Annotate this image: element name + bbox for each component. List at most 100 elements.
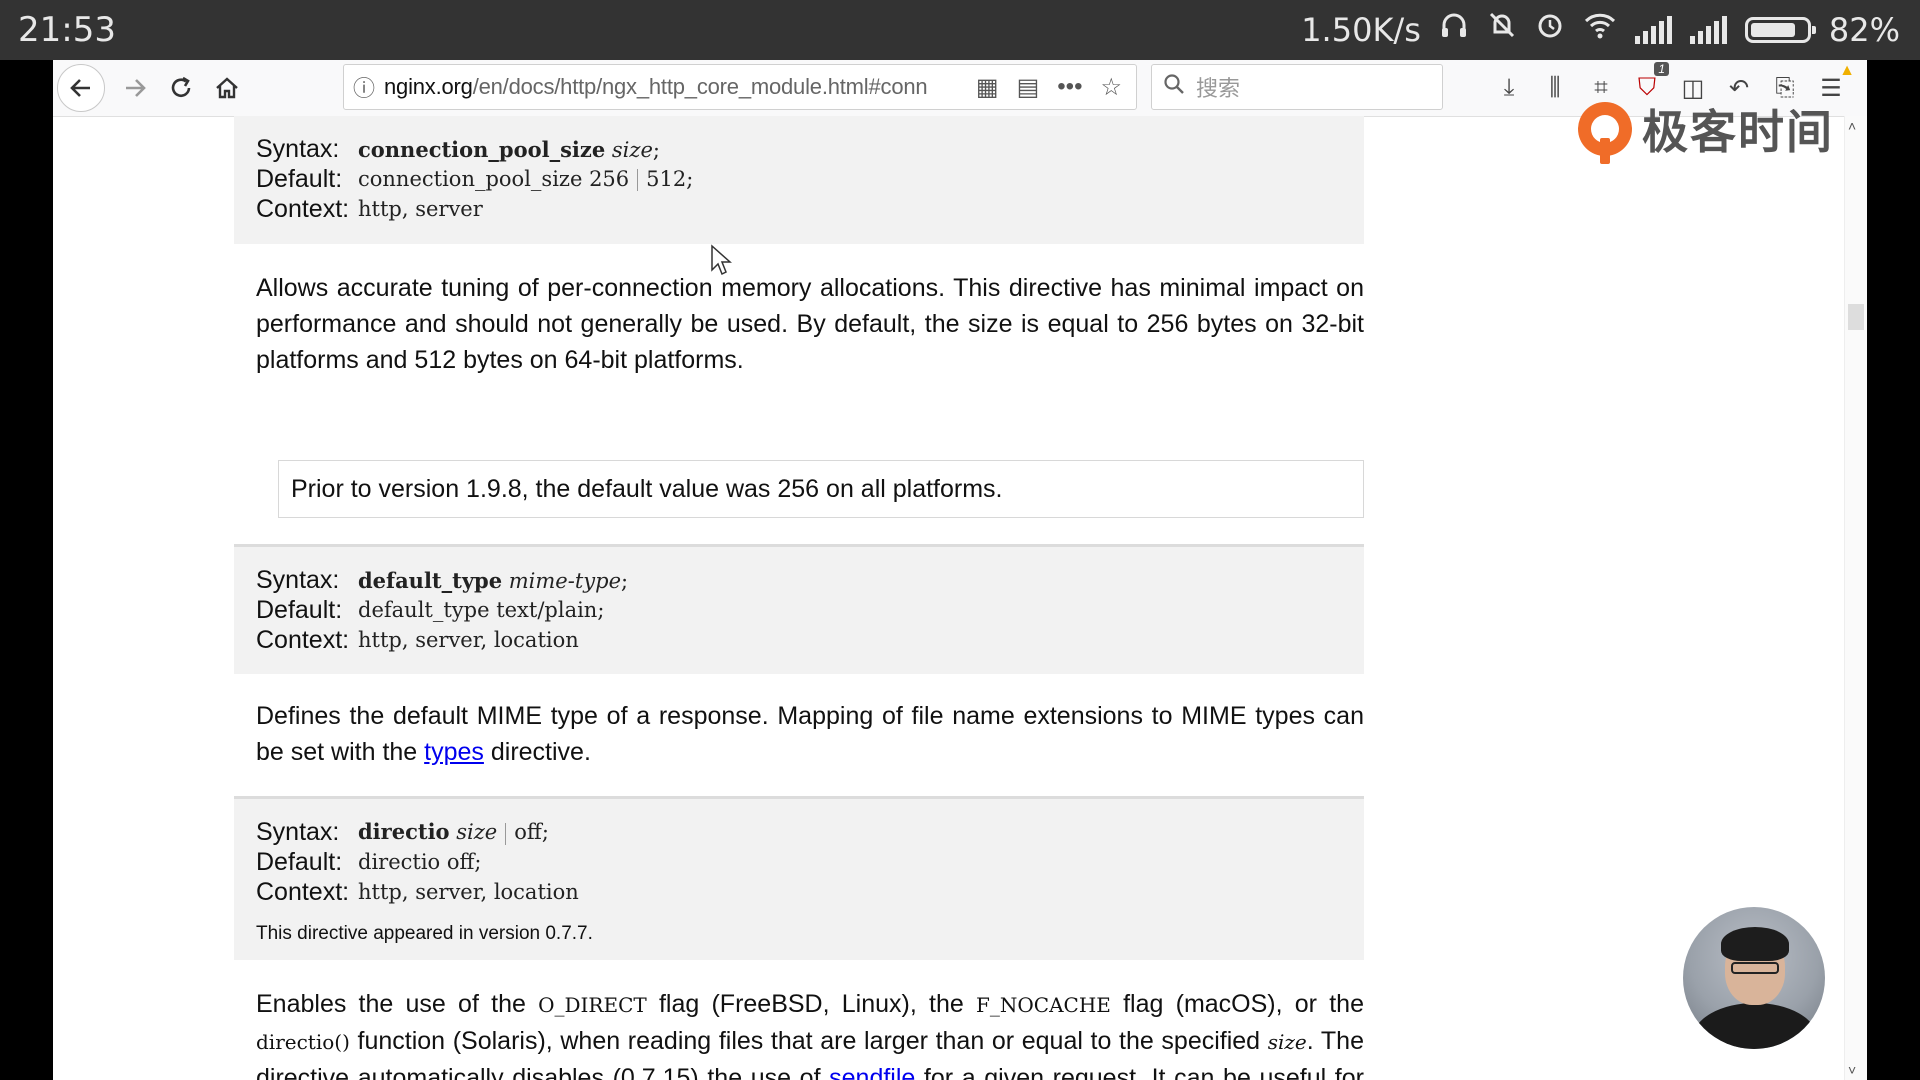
syntax-label: Syntax: [256, 565, 340, 594]
default-row: Default: connection_pool_size 256 512; [256, 164, 693, 194]
syntax-row: Syntax: default_type mime-type; [256, 565, 628, 595]
alarm-icon [1535, 10, 1565, 51]
directive-default-type: Syntax: default_type mime-type; Default:… [234, 544, 1364, 674]
url-path: /en/docs/http/ngx_http_core_module.html#… [472, 74, 928, 99]
context-row: Context: http, server, location [256, 877, 579, 907]
back-arrow-icon [70, 79, 90, 97]
search-bar[interactable]: 搜索 [1151, 64, 1443, 110]
battery-percent: 82% [1828, 11, 1900, 49]
default-value: directio off; [358, 850, 482, 874]
context-row: Context: http, server, location [256, 625, 628, 655]
page-scrollbar[interactable]: ˄ ˅ [1844, 116, 1867, 1080]
context-label: Context: [256, 625, 350, 654]
default-value-a: connection_pool_size 256 [358, 166, 630, 191]
reload-icon [171, 76, 191, 97]
back-button[interactable] [57, 64, 105, 112]
forward-button[interactable] [113, 66, 157, 110]
bookmark-star-icon[interactable]: ☆ [1100, 73, 1122, 102]
paragraph-connection-pool-size: Allows accurate tuning of per-connection… [256, 274, 1364, 374]
directive-arg: size [611, 137, 653, 162]
default-value: default_type text/plain; [358, 598, 605, 622]
reload-button[interactable] [159, 66, 203, 110]
text-span: Defines the default MIME type of a respo… [256, 702, 1364, 766]
directive-name: directio [358, 819, 450, 845]
directive-table: Syntax: directio size off; Default: direc… [256, 817, 579, 907]
default-label: Default: [256, 164, 343, 193]
default-row: Default: default_type text/plain; [256, 595, 628, 625]
text-span: flag (macOS), or the [1110, 990, 1364, 1018]
text-span: flag (FreeBSD, Linux), the [646, 990, 976, 1018]
presenter-glasses [1731, 962, 1779, 974]
download-icon[interactable]: ⤓ [1493, 66, 1525, 110]
context-value: http, server, location [358, 880, 579, 904]
search-placeholder: 搜索 [1196, 76, 1241, 101]
note-text: Prior to version 1.9.8, the default valu… [291, 474, 1003, 503]
context-label: Context: [256, 194, 350, 223]
separator [505, 822, 507, 845]
inline-code: O_DIRECT [538, 993, 647, 1017]
signal-strength-icon [1634, 16, 1672, 44]
scroll-up-icon[interactable]: ˄ [1848, 118, 1856, 134]
qr-code-icon[interactable]: ▦ [976, 73, 999, 102]
directive-alt: off; [514, 820, 549, 845]
directive-end: ; [652, 137, 660, 162]
url-host: nginx.org [384, 74, 473, 99]
library-icon[interactable]: ⫼ [1539, 66, 1571, 110]
warning-icon: ▲ [1839, 62, 1855, 79]
default-label: Default: [256, 595, 343, 624]
directive-directio: Syntax: directio size off; Default: direc… [234, 796, 1364, 960]
note-box: Prior to version 1.9.8, the default valu… [278, 460, 1364, 518]
default-value: connection_pool_size 256 512; [358, 167, 693, 192]
syntax-value: directio size off; [358, 819, 549, 845]
syntax-row: Syntax: directio size off; [256, 817, 579, 847]
default-row: Default: directio off; [256, 847, 579, 877]
paragraph-default-type: Defines the default MIME type of a respo… [256, 698, 1364, 770]
separator [637, 169, 639, 192]
scroll-down-icon[interactable]: ˅ [1848, 1062, 1856, 1078]
scroll-thumb[interactable] [1848, 304, 1864, 330]
context-label: Context: [256, 877, 350, 906]
paragraph-directio: Enables the use of the O_DIRECT flag (Fr… [256, 986, 1364, 1080]
presenter-body [1693, 1003, 1817, 1049]
directive-connection-pool-size: Syntax: connection_pool_size size; Defau… [234, 116, 1364, 244]
status-time: 21:53 [18, 10, 116, 50]
inline-code: size [1267, 1030, 1307, 1054]
text-span: directive. [483, 738, 591, 766]
default-label: Default: [256, 847, 343, 876]
mute-bell-icon [1487, 10, 1517, 51]
watermark-text: 极客时间 [1642, 105, 1834, 159]
syntax-value: connection_pool_size size; [358, 137, 660, 162]
directive-arg: mime-type [508, 568, 622, 593]
signal-strength-2-icon [1689, 16, 1727, 44]
battery-fill [1750, 23, 1795, 37]
home-button[interactable] [205, 66, 249, 110]
reader-view-icon[interactable]: ▤ [1017, 73, 1040, 102]
search-icon [1152, 73, 1196, 101]
status-bar: 21:53 1.50K/s 82% [0, 0, 1920, 60]
address-bar[interactable]: ⓘ nginx.org/en/docs/http/ngx_http_core_m… [343, 64, 1137, 110]
presenter-hair [1721, 927, 1789, 961]
inline-code: directio() [256, 1030, 350, 1054]
context-row: Context: http, server [256, 194, 693, 224]
context-value: http, server [358, 197, 483, 221]
syntax-label: Syntax: [256, 817, 340, 846]
text-span: function (Solaris), when reading files t… [349, 1027, 1268, 1055]
types-link[interactable]: types [424, 738, 484, 766]
page-content: Syntax: connection_pool_size size; Defau… [53, 116, 1867, 1080]
ublock-badge: 1 [1654, 62, 1669, 76]
url-text[interactable]: nginx.org/en/docs/http/ngx_http_core_mod… [384, 74, 976, 100]
headphones-icon [1439, 10, 1469, 51]
geektime-logo-icon [1578, 102, 1632, 164]
directive-name: default_type [358, 567, 503, 593]
more-actions-icon[interactable]: ••• [1057, 73, 1082, 102]
directive-table: Syntax: connection_pool_size size; Defau… [256, 134, 693, 224]
site-info-icon[interactable]: ⓘ [344, 71, 384, 103]
sendfile-link[interactable]: sendfile [829, 1064, 915, 1080]
syntax-label: Syntax: [256, 134, 340, 163]
url-actions: ▦ ▤ ••• ☆ [976, 73, 1136, 102]
appeared-note: This directive appeared in version 0.7.7… [256, 923, 593, 944]
forward-arrow-icon [126, 79, 146, 97]
directive-arg: size [456, 820, 498, 845]
net-speed: 1.50K/s [1301, 11, 1421, 49]
text-span: Enables the use of the [256, 990, 539, 1018]
